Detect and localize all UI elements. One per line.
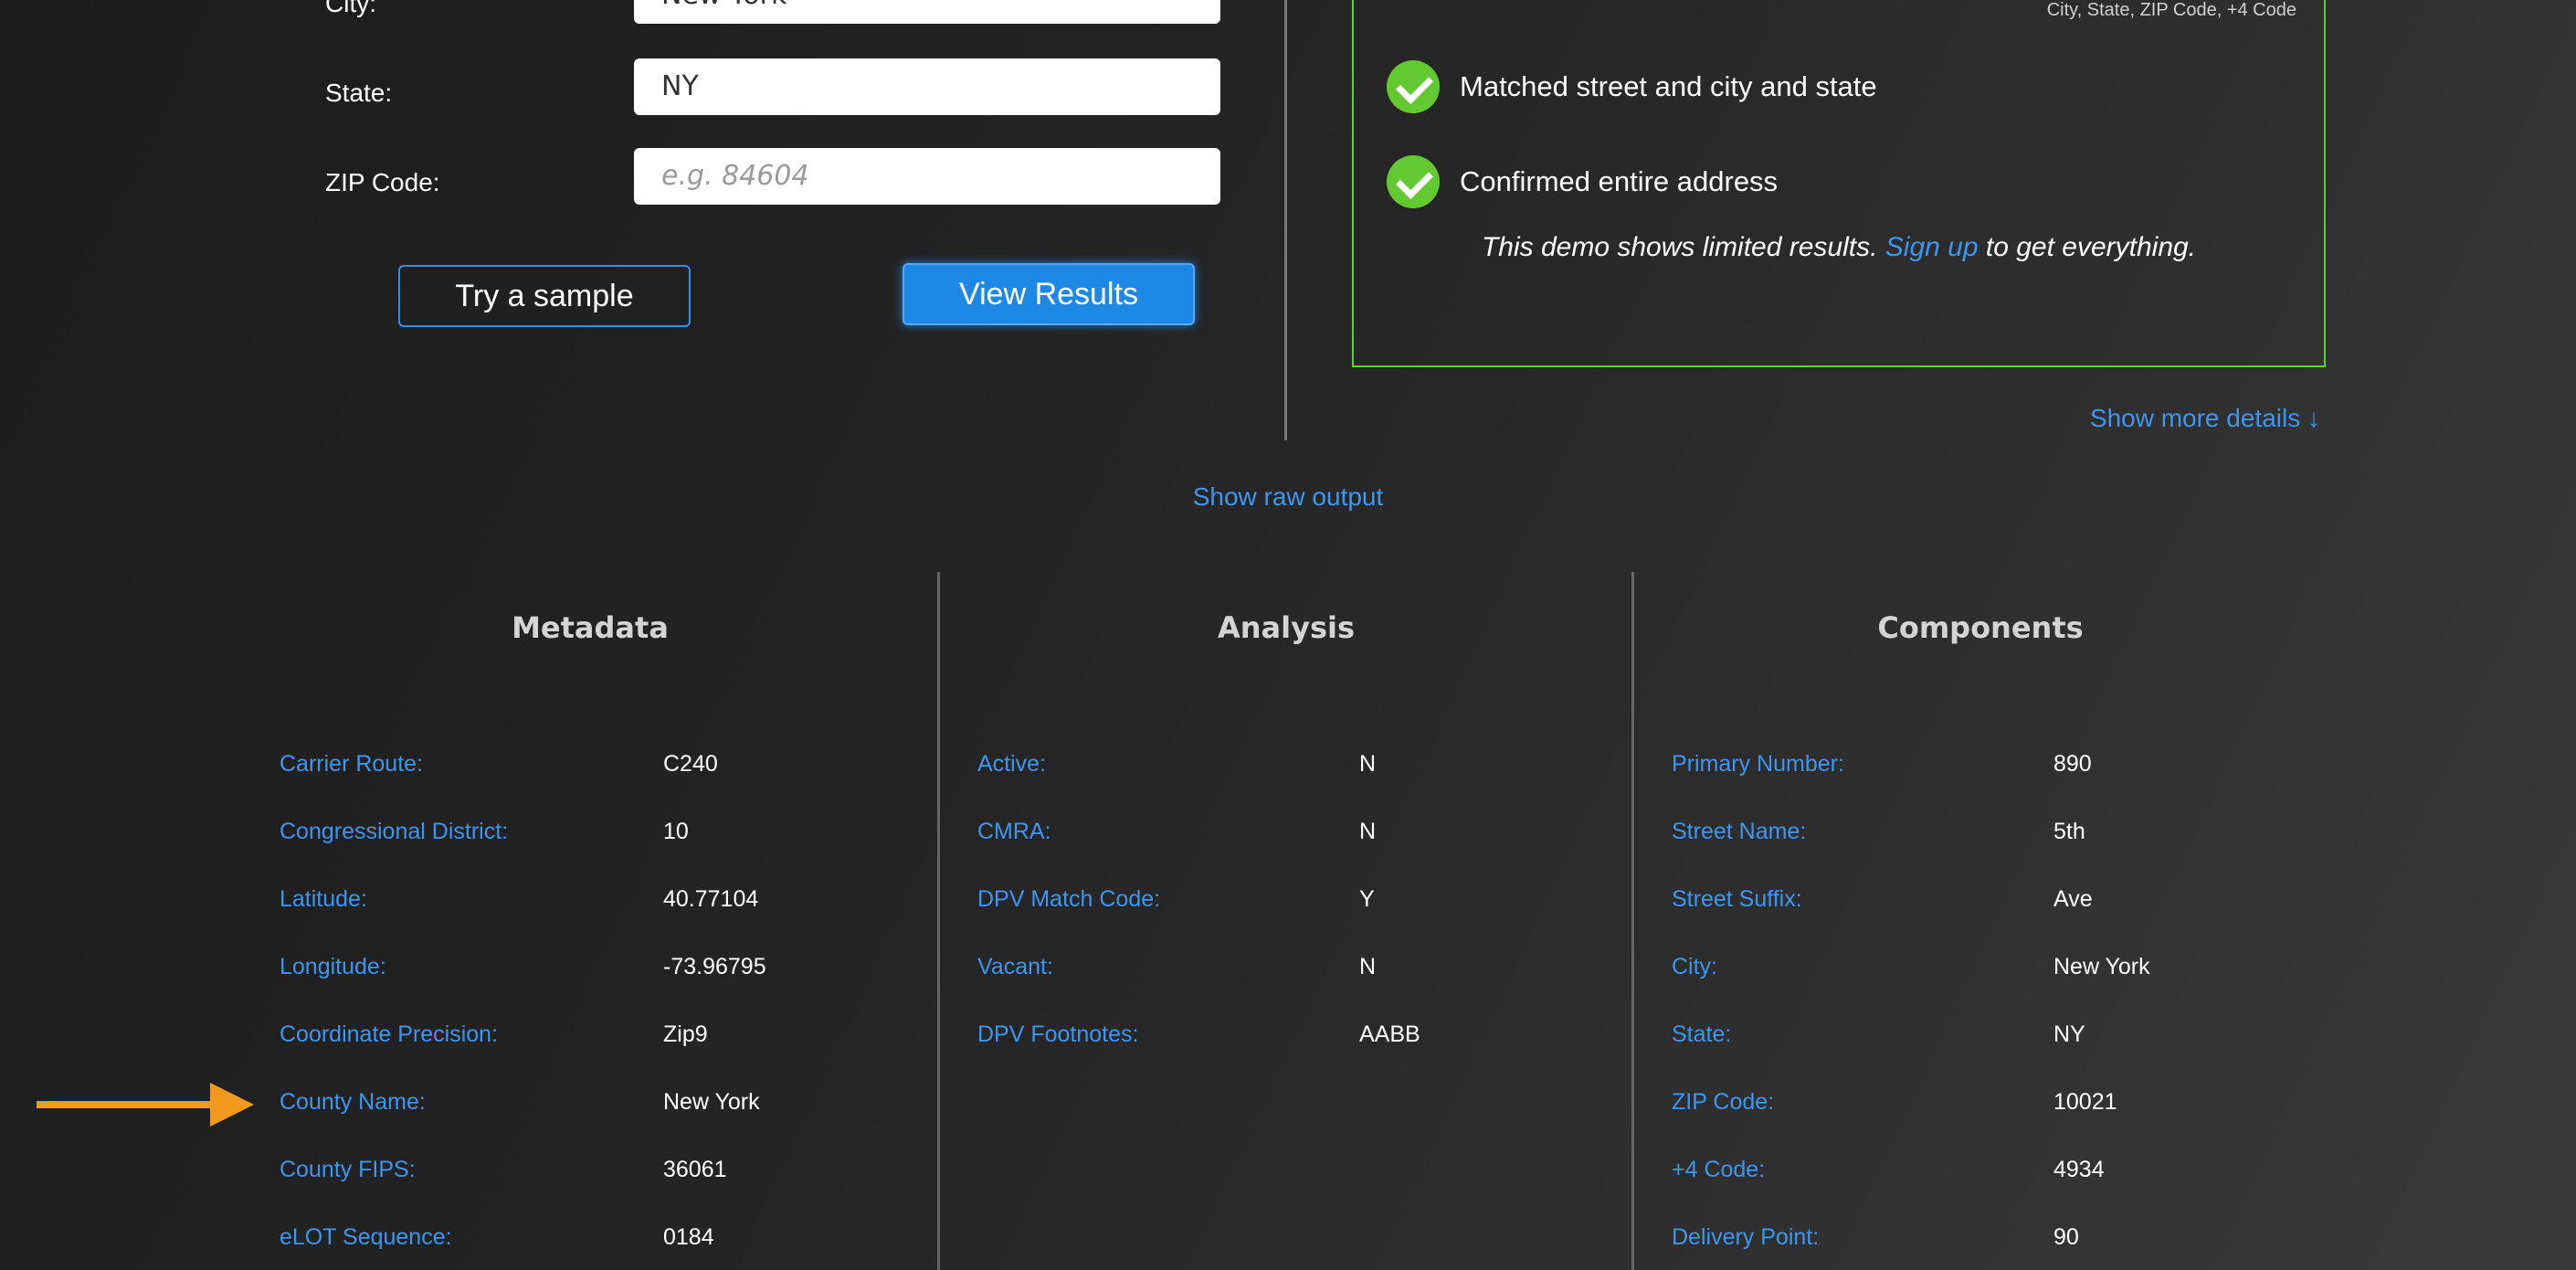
state-label: State: [325, 79, 393, 107]
metadata-value: 10 [663, 819, 689, 844]
metadata-value: Zip9 [663, 1021, 708, 1047]
check-circle-icon [1387, 60, 1440, 113]
analysis-label: CMRA: [977, 819, 1051, 844]
check-row: Confirmed entire address [1387, 155, 1778, 208]
components-heading: Components [1877, 610, 2084, 645]
components-label: ZIP Code: [1672, 1089, 1775, 1115]
arrow-head [210, 1083, 254, 1127]
components-label: City: [1672, 954, 1717, 979]
check-text: Confirmed entire address [1460, 165, 1779, 197]
metadata-label: County FIPS: [280, 1157, 416, 1182]
analysis-value: Y [1359, 886, 1375, 912]
analysis-value: N [1359, 954, 1377, 979]
try-sample-button[interactable]: Try a sample [398, 265, 691, 327]
column-divider [937, 572, 940, 1270]
analysis-value: AABB [1359, 1021, 1420, 1047]
check-row: Matched street and city and state [1387, 60, 1877, 113]
check-text: Matched street and city and state [1460, 70, 1877, 102]
metadata-value: 36061 [663, 1157, 727, 1182]
components-label: +4 Code: [1672, 1157, 1766, 1182]
metadata-value: C240 [663, 751, 718, 777]
result-subtitle: City, State, ZIP Code, +4 Code [2046, 0, 2296, 20]
sign-up-link[interactable]: Sign up [1885, 232, 1979, 262]
metadata-label: Carrier Route: [280, 751, 423, 777]
check-circle-icon [1387, 155, 1440, 208]
view-results-button[interactable]: View Results [903, 263, 1195, 325]
metadata-label: Latitude: [280, 886, 367, 912]
metadata-label: eLOT Sequence: [280, 1224, 452, 1250]
show-raw-output-link[interactable]: Show raw output [0, 482, 2576, 512]
components-label: State: [1672, 1021, 1732, 1047]
metadata-value: New York [663, 1089, 760, 1115]
city-label: City: [325, 0, 376, 17]
analysis-label: DPV Footnotes: [977, 1021, 1139, 1047]
metadata-heading: Metadata [512, 610, 669, 645]
metadata-value: -73.96795 [663, 954, 766, 979]
analysis-label: Active: [977, 751, 1047, 777]
analysis-heading: Analysis [1217, 610, 1356, 645]
state-input[interactable]: NY [634, 58, 1220, 115]
components-value: 890 [2053, 751, 2092, 777]
show-more-details-link[interactable]: Show more details ↓ [2090, 404, 2320, 433]
analysis-value: N [1359, 751, 1377, 777]
components-label: Street Name: [1672, 819, 1807, 844]
components-value: Ave [2053, 886, 2093, 912]
column-divider [1631, 572, 1634, 1270]
city-input[interactable]: New York [634, 0, 1220, 24]
result-panel: City, State, ZIP Code, +4 Code Matched s… [1352, 0, 2326, 367]
analysis-label: Vacant: [977, 954, 1053, 979]
metadata-label: Congressional District: [280, 819, 509, 844]
metadata-label: County Name: [280, 1089, 426, 1115]
components-label: Delivery Point: [1672, 1224, 1820, 1250]
components-value: 5th [2053, 819, 2085, 844]
components-label: Primary Number: [1672, 751, 1844, 777]
components-value: New York [2053, 954, 2150, 979]
metadata-label: Longitude: [280, 954, 386, 979]
components-value: 10021 [2053, 1089, 2117, 1115]
metadata-label: Coordinate Precision: [280, 1021, 499, 1047]
demo-note-text-end: to get everything. [1985, 232, 2197, 262]
components-value: 4934 [2053, 1157, 2105, 1182]
demo-note-text: This demo shows limited results. [1481, 232, 1878, 262]
components-value: NY [2053, 1021, 2085, 1047]
metadata-value: 40.77104 [663, 886, 759, 912]
arrow-shaft [37, 1101, 219, 1108]
components-label: Street Suffix: [1672, 886, 1802, 912]
analysis-value: N [1359, 819, 1377, 844]
zip-input[interactable]: e.g. 84604 [634, 148, 1220, 205]
metadata-value: 0184 [663, 1224, 714, 1250]
analysis-label: DPV Match Code: [977, 886, 1161, 912]
components-value: 90 [2053, 1224, 2079, 1250]
zip-label: ZIP Code: [325, 168, 440, 196]
section-divider [1284, 0, 1287, 440]
demo-note: This demo shows limited results. Sign up… [1354, 232, 2324, 263]
